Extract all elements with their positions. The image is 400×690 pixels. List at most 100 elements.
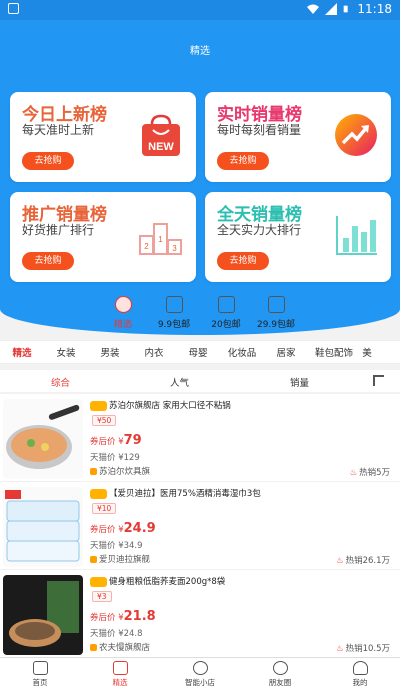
product-image (3, 575, 83, 655)
category-featured[interactable]: 精选 (98, 296, 148, 330)
sort-sales[interactable]: 销量 (290, 375, 309, 389)
battery-icon (344, 5, 349, 13)
product-image (3, 487, 83, 567)
svg-text:2: 2 (144, 242, 149, 251)
sort-bar: 综合 人气 销量 (0, 370, 400, 392)
category-9-9[interactable]: 9.9包邮 (149, 296, 199, 330)
coupon-badge: ¥10 (92, 503, 117, 514)
category-tabs: 精选 女装 男装 内衣 母婴 化妆品 居家 鞋包配饰 美 (0, 340, 400, 364)
tab-featured[interactable]: 精选 (0, 345, 44, 359)
tmall-price: 天猫价 ¥129 (90, 453, 140, 463)
shop-icon (90, 644, 97, 651)
nav-profile[interactable]: 我的 (320, 658, 400, 690)
buy-button[interactable]: 去抢购 (217, 252, 269, 270)
category-20[interactable]: 20包邮 (201, 296, 251, 330)
home-icon (32, 661, 48, 675)
sales-count: ♨ 热销26.1万 (335, 556, 390, 566)
tmall-badge-icon (90, 488, 107, 499)
coupon-badge: ¥50 (92, 415, 117, 426)
product-image (3, 399, 83, 479)
category-label: 29.9包邮 (256, 320, 296, 330)
sort-popularity[interactable]: 人气 (170, 375, 189, 389)
podium-icon: 2 1 3 (139, 223, 182, 255)
card-realtime-sales[interactable]: 实时销量榜 每时每刻看销量 去抢购 (205, 92, 391, 182)
nav-smart-shop[interactable]: 智能小店 (160, 658, 240, 690)
svg-text:1: 1 (158, 235, 163, 244)
product-item[interactable]: 健身粗粮低脂荞麦面200g*8袋 ¥3 券后价 ¥21.8 天猫价 ¥24.8 … (0, 570, 400, 658)
tmall-price: 天猫价 ¥34.9 (90, 541, 143, 551)
tab-underwear[interactable]: 内衣 (132, 345, 176, 359)
new-label: NEW (148, 141, 174, 153)
card-promo-sales[interactable]: 推广销量榜 好货推广排行 去抢购 2 1 3 (10, 192, 196, 282)
buy-button[interactable]: 去抢购 (22, 252, 74, 270)
buy-button[interactable]: 去抢购 (217, 152, 269, 170)
status-bar: 11:18 (0, 0, 400, 20)
shop-name: 苏泊尔炊具旗 (90, 465, 150, 477)
tmall-badge-icon (90, 576, 107, 587)
bottom-nav: 首页 精选 智能小店 朋友圈 我的 (0, 657, 400, 690)
buy-button[interactable]: 去抢购 (22, 152, 74, 170)
nav-moments[interactable]: 朋友圈 (240, 658, 320, 690)
nav-label: 首页 (32, 678, 48, 687)
category-label: 精选 (113, 320, 132, 330)
fire-icon: ♨ (349, 468, 358, 478)
person-icon (352, 661, 368, 675)
sales-count: ♨ 热销10.5万 (335, 644, 390, 654)
nav-label: 精选 (112, 678, 128, 687)
category-29-9[interactable]: 29.9包邮 (251, 296, 301, 330)
shop-icon (90, 468, 97, 475)
image-icon (165, 296, 183, 313)
category-icon-row: 精选 9.9包邮 20包邮 29.9包邮 (0, 296, 400, 340)
sort-overall[interactable]: 综合 (51, 375, 70, 389)
trend-arrow-icon (335, 114, 377, 156)
layout-toggle-icon[interactable] (373, 375, 384, 386)
notification-icon (8, 3, 19, 14)
category-label: 9.9包邮 (157, 320, 191, 330)
shop-name: 农夫慢旗舰店 (90, 641, 150, 653)
nav-home[interactable]: 首页 (0, 658, 80, 690)
after-coupon-price: 券后价 ¥21.8 (90, 609, 156, 624)
tmall-price: 天猫价 ¥24.8 (90, 629, 143, 639)
nav-label: 我的 (352, 678, 368, 687)
box-icon (112, 661, 128, 675)
tab-men[interactable]: 男装 (88, 345, 132, 359)
tab-baby[interactable]: 母婴 (176, 345, 220, 359)
bag-icon (267, 296, 285, 313)
category-label: 20包邮 (211, 320, 241, 330)
bar-chart-icon (336, 216, 377, 255)
signal-icon (325, 3, 338, 15)
coupon-badge: ¥3 (92, 591, 112, 602)
card-subtitle: 每时每刻看销量 (217, 123, 302, 137)
product-name: 【爱贝迪拉】医用75%酒精消毒湿巾3包 (90, 487, 261, 499)
nav-label: 朋友圈 (268, 678, 292, 687)
tab-shoes-bags[interactable]: 鞋包配饰 (308, 345, 360, 359)
card-allday-sales[interactable]: 全天销量榜 全天实力大排行 去抢购 (205, 192, 391, 282)
target-icon (192, 661, 208, 675)
sales-count: ♨ 热销5万 (349, 468, 390, 478)
chat-bubble-icon (272, 661, 288, 675)
card-new-arrivals[interactable]: 今日上新榜 每天准时上新 去抢购 NEW (10, 92, 196, 182)
after-coupon-price: 券后价 ¥79 (90, 433, 142, 448)
tab-cosmetics[interactable]: 化妆品 (220, 345, 264, 359)
featured-icon (114, 296, 132, 313)
tab-home[interactable]: 居家 (264, 345, 308, 359)
bag-icon (217, 296, 235, 313)
after-coupon-price: 券后价 ¥24.9 (90, 521, 156, 536)
product-name: 苏泊尔旗舰店 家用大口径不粘锅 (90, 399, 231, 411)
product-name: 健身粗粮低脂荞麦面200g*8袋 (90, 575, 225, 587)
product-item[interactable]: 【爱贝迪拉】医用75%酒精消毒湿巾3包 ¥10 券后价 ¥24.9 天猫价 ¥3… (0, 482, 400, 570)
wifi-icon (307, 4, 320, 14)
tab-beauty[interactable]: 美 (360, 345, 374, 359)
tab-women[interactable]: 女装 (44, 345, 88, 359)
shop-icon (90, 556, 97, 563)
fire-icon: ♨ (335, 644, 344, 654)
card-subtitle: 全天实力大排行 (217, 223, 302, 237)
nav-featured[interactable]: 精选 (80, 658, 160, 690)
nav-label: 智能小店 (185, 678, 215, 687)
tmall-badge-icon (90, 400, 107, 411)
card-subtitle: 每天准时上新 (22, 123, 95, 137)
fire-icon: ♨ (335, 556, 344, 566)
svg-text:3: 3 (172, 244, 177, 253)
product-item[interactable]: 苏泊尔旗舰店 家用大口径不粘锅 ¥50 券后价 ¥79 天猫价 ¥129 苏泊尔… (0, 394, 400, 482)
card-subtitle: 好货推广排行 (22, 223, 95, 237)
